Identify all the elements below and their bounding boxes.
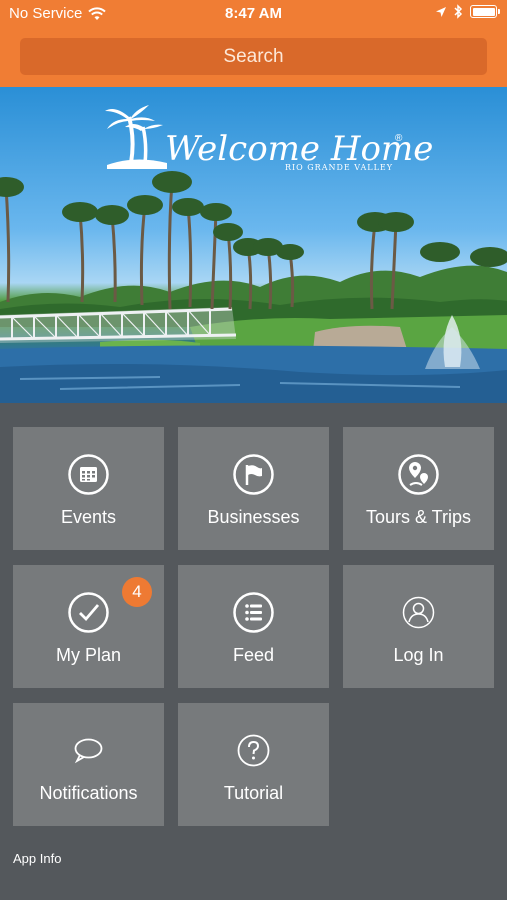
tile-feed[interactable]: Feed: [178, 565, 329, 688]
user-icon: [402, 596, 435, 629]
app-header: No Service 8:47 AM Search: [0, 0, 507, 87]
tile-log-in[interactable]: Log In: [343, 565, 494, 688]
tile-events-label: Events: [60, 507, 117, 527]
tile-events[interactable]: Events: [13, 427, 164, 550]
battery-icon: [470, 5, 500, 18]
tile-my-plan-label: My Plan: [55, 645, 122, 665]
tile-tutorial[interactable]: Tutorial: [178, 703, 329, 826]
tile-tours-trips[interactable]: Tours & Trips: [343, 427, 494, 550]
logo-subtitle: RIO GRANDE VALLEY: [285, 163, 394, 172]
my-plan-count-badge: 4: [122, 577, 152, 607]
hero-banner: Welcome Home ® RIO GRANDE VALLEY: [0, 87, 507, 403]
tile-log-in-label: Log In: [393, 645, 444, 665]
location-arrow-icon: [436, 6, 446, 17]
flag-icon: [233, 454, 274, 495]
tile-businesses[interactable]: Businesses: [178, 427, 329, 550]
tile-notifications[interactable]: Notifications: [13, 703, 164, 826]
checkmark-icon: [68, 592, 109, 633]
list-icon: [233, 592, 274, 633]
tile-businesses-label: Businesses: [207, 507, 300, 527]
tile-my-plan[interactable]: 4 My Plan: [13, 565, 164, 688]
tile-tutorial-label: Tutorial: [223, 783, 284, 803]
question-icon: [237, 734, 270, 767]
status-bar: No Service 8:47 AM: [0, 0, 507, 28]
tile-tours-trips-label: Tours & Trips: [365, 507, 472, 527]
tile-notifications-label: Notifications: [39, 783, 138, 803]
calendar-icon: [68, 454, 109, 495]
search-button[interactable]: Search: [20, 38, 487, 75]
palm-tree-logo-icon: [105, 105, 167, 169]
welcome-home-logo: Welcome Home ® RIO GRANDE VALLEY: [105, 99, 433, 179]
chat-bubble-icon: [74, 738, 103, 764]
app-info-link[interactable]: App Info: [13, 851, 61, 866]
map-pin-icon: [398, 454, 439, 495]
registered-mark: ®: [395, 133, 403, 144]
bluetooth-icon: [454, 4, 463, 19]
status-time: 8:47 AM: [225, 5, 282, 22]
tile-feed-label: Feed: [232, 645, 275, 665]
status-icons: [435, 4, 500, 19]
